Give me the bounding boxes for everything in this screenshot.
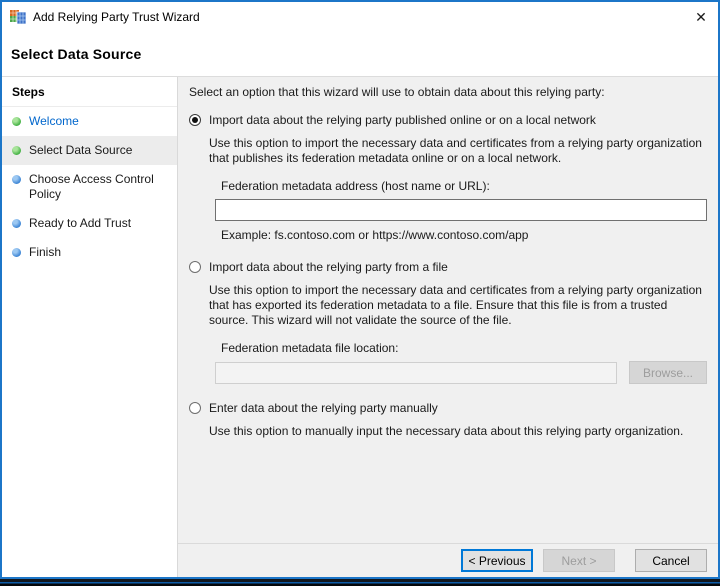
radio-unselected-icon[interactable]	[189, 402, 201, 414]
step-item-select-data-source: Select Data Source	[2, 136, 177, 165]
step-done-bullet-icon	[12, 117, 21, 126]
page-header: Select Data Source	[2, 32, 718, 77]
federation-metadata-file-input	[215, 361, 617, 384]
previous-button[interactable]: < Previous	[461, 549, 533, 572]
radio-option-label[interactable]: Import data about the relying party from…	[209, 260, 448, 275]
option-description: Use this option to import the necessary …	[209, 136, 702, 165]
option-description: Use this option to import the necessary …	[209, 283, 702, 327]
browse-button: Browse...	[629, 361, 707, 384]
radio-option-enter-manually[interactable]: Enter data about the relying party manua…	[189, 401, 707, 416]
federation-metadata-file-label: Federation metadata file location:	[221, 341, 399, 355]
step-upcoming-bullet-icon	[12, 219, 21, 228]
background-edge	[0, 579, 720, 586]
title-bar: Add Relying Party Trust Wizard ✕	[2, 2, 718, 32]
radio-option-label[interactable]: Enter data about the relying party manua…	[209, 401, 438, 416]
federation-metadata-address-input[interactable]	[215, 199, 707, 221]
step-item-welcome: Welcome	[2, 107, 177, 136]
radio-option-import-online[interactable]: Import data about the relying party publ…	[189, 113, 707, 128]
step-label: Select Data Source	[29, 143, 133, 157]
wizard-footer: < Previous Next > Cancel	[178, 543, 718, 577]
step-item-choose-access-control-policy: Choose Access Control Policy	[2, 165, 177, 209]
option-description: Use this option to manually input the ne…	[209, 424, 684, 438]
radio-option-label[interactable]: Import data about the relying party publ…	[209, 113, 596, 128]
step-item-ready-to-add-trust: Ready to Add Trust	[2, 209, 177, 238]
radio-selected-icon[interactable]	[189, 114, 201, 126]
step-label: Choose Access Control Policy	[29, 172, 154, 201]
step-label: Welcome	[29, 114, 79, 128]
step-label: Ready to Add Trust	[29, 216, 132, 230]
steps-sidebar: Steps Welcome Select Data Source Choose …	[2, 77, 178, 577]
step-done-bullet-icon	[12, 146, 21, 155]
step-upcoming-bullet-icon	[12, 175, 21, 184]
step-upcoming-bullet-icon	[12, 248, 21, 257]
step-item-finish: Finish	[2, 238, 177, 267]
wizard-content: Select an option that this wizard will u…	[178, 77, 718, 543]
address-example-text: Example: fs.contoso.com or https://www.c…	[221, 228, 529, 242]
radio-option-import-file[interactable]: Import data about the relying party from…	[189, 260, 707, 275]
intro-text: Select an option that this wizard will u…	[189, 85, 605, 99]
cancel-button[interactable]: Cancel	[635, 549, 707, 572]
close-icon[interactable]: ✕	[684, 2, 718, 32]
window-title: Add Relying Party Trust Wizard	[33, 10, 200, 24]
next-button: Next >	[543, 549, 615, 572]
page-title: Select Data Source	[11, 46, 142, 62]
wizard-window: Add Relying Party Trust Wizard ✕ Select …	[0, 0, 720, 579]
federation-metadata-address-label: Federation metadata address (host name o…	[221, 179, 490, 193]
relying-party-trust-icon	[10, 10, 26, 25]
step-label: Finish	[29, 245, 62, 259]
steps-header: Steps	[2, 77, 177, 107]
radio-unselected-icon[interactable]	[189, 261, 201, 273]
